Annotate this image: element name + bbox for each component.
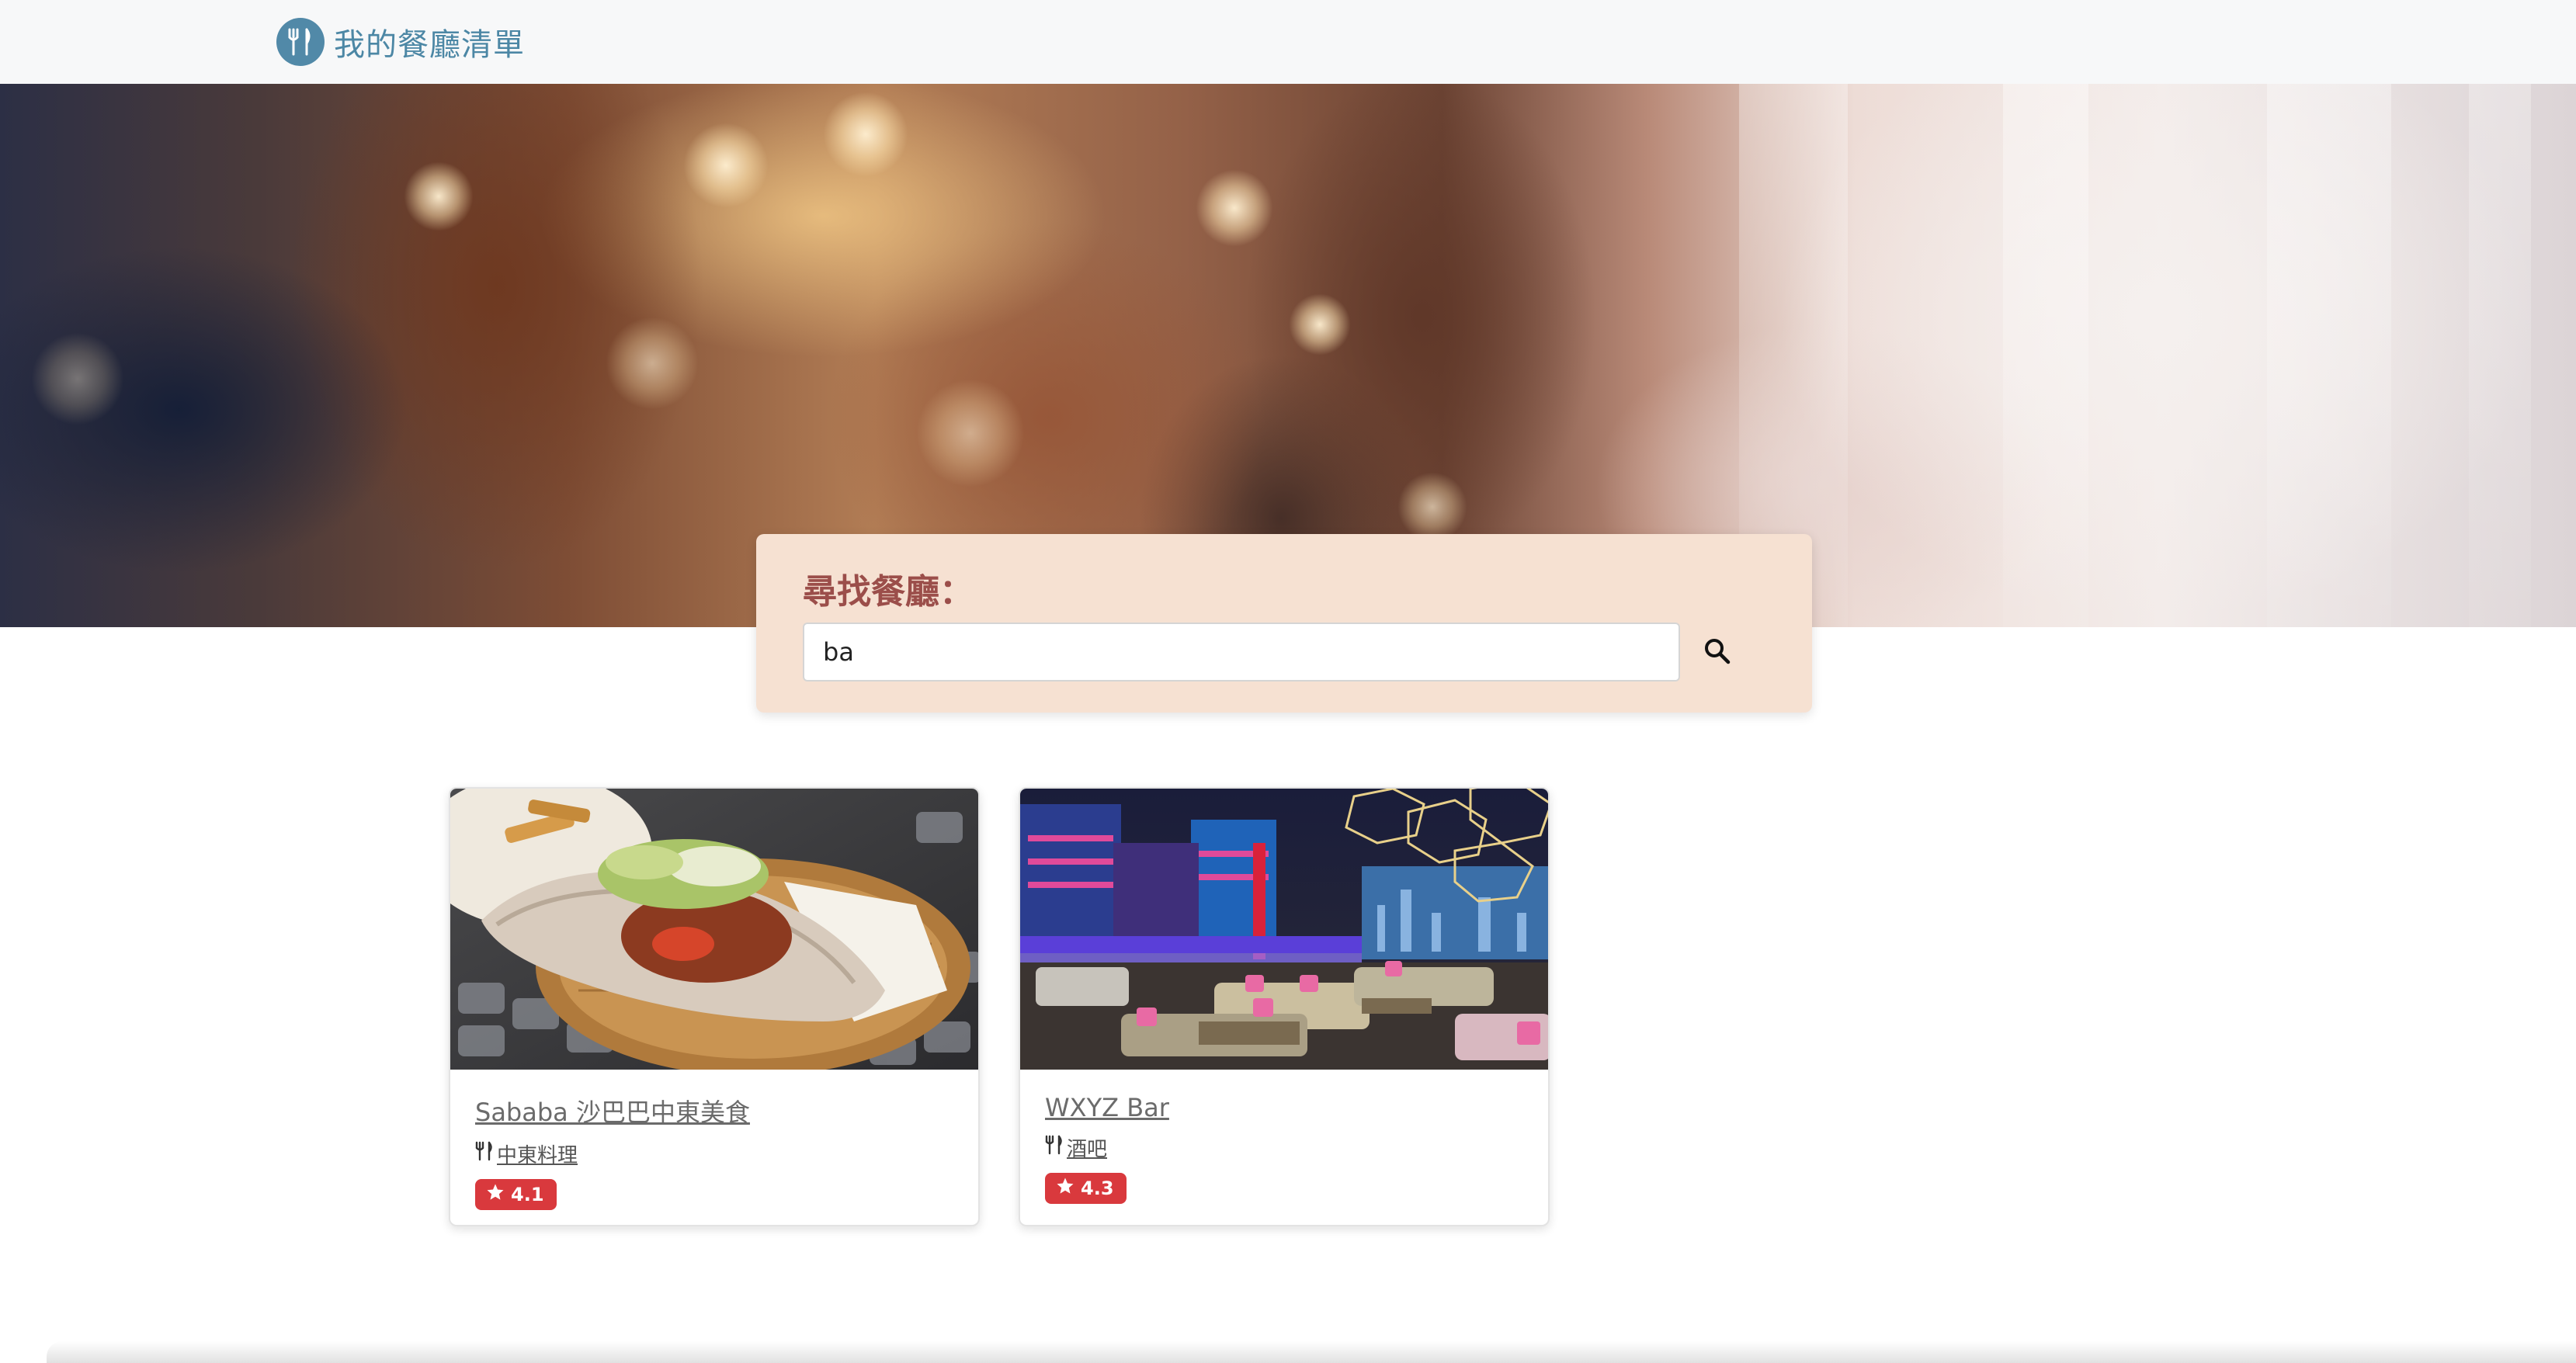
rating-badge: 4.1 [475, 1179, 557, 1210]
search-title: 尋找餐廳： [803, 572, 974, 612]
navbar: 我的餐廳清單 [0, 0, 2576, 84]
utensils-icon [1045, 1135, 1064, 1160]
restaurant-card[interactable]: Sababa 沙巴巴中東美食 中東料理 4.1 [449, 787, 980, 1226]
rating-value: 4.1 [511, 1184, 544, 1205]
search-panel: 尋找餐廳： [756, 534, 1812, 713]
star-icon [486, 1183, 511, 1206]
rating-badge: 4.3 [1045, 1173, 1127, 1204]
restaurant-name-link[interactable]: WXYZ Bar [1045, 1093, 1533, 1122]
brand-link[interactable]: 我的餐廳清單 [276, 17, 525, 67]
star-icon [1056, 1177, 1081, 1200]
restaurant-category: 中東料理 [475, 1139, 963, 1168]
restaurant-card-body: WXYZ Bar 酒吧 4.3 [1045, 1093, 1533, 1204]
utensils-icon [276, 18, 325, 66]
restaurant-category: 酒吧 [1045, 1133, 1533, 1162]
search-input[interactable] [803, 623, 1680, 682]
search-button[interactable] [1688, 623, 1747, 682]
rating-value: 4.3 [1081, 1177, 1114, 1199]
restaurant-card[interactable]: WXYZ Bar 酒吧 4.3 [1019, 787, 1550, 1226]
restaurant-category-label[interactable]: 中東料理 [497, 1139, 578, 1168]
restaurant-category-label[interactable]: 酒吧 [1067, 1133, 1107, 1162]
restaurant-name-link[interactable]: Sababa 沙巴巴中東美食 [475, 1093, 963, 1129]
restaurant-image[interactable] [450, 789, 978, 1070]
footer-edge [47, 1341, 2576, 1363]
brand-name: 我的餐廳清單 [334, 27, 525, 63]
utensils-icon [475, 1141, 494, 1167]
restaurant-image[interactable] [1020, 789, 1548, 1070]
search-icon [1703, 636, 1732, 668]
restaurant-card-body: Sababa 沙巴巴中東美食 中東料理 4.1 [475, 1093, 963, 1210]
